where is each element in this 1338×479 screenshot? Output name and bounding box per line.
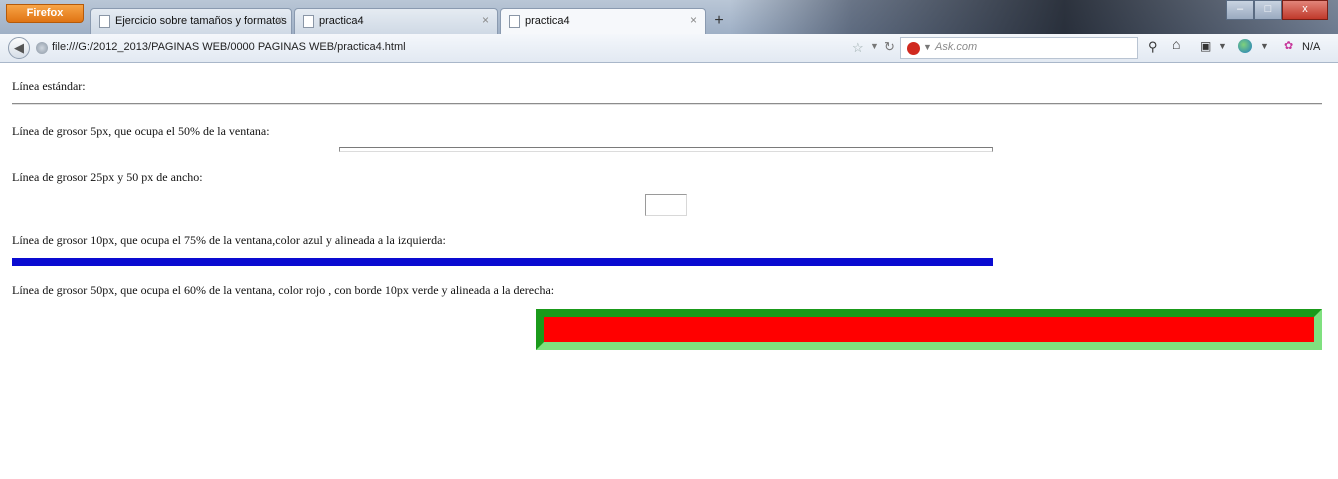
tab-practica4-active[interactable]: practica4 × bbox=[500, 8, 706, 34]
globe-icon[interactable] bbox=[1238, 39, 1252, 53]
reload-icon[interactable]: ↻ bbox=[884, 39, 895, 55]
tab-ejercicio[interactable]: Ejercicio sobre tamaños y formatos × bbox=[90, 8, 292, 34]
title-bar: Firefox Ejercicio sobre tamaños y format… bbox=[0, 0, 1338, 34]
ask-engine-icon[interactable] bbox=[907, 42, 920, 55]
label-blue-line: Línea de grosor 10px, que ocupa el 75% d… bbox=[12, 233, 446, 247]
close-icon[interactable]: × bbox=[276, 13, 283, 27]
tab-label: Ejercicio sobre tamaños y formatos bbox=[115, 15, 287, 27]
chevron-down-icon[interactable]: ▼ bbox=[1260, 41, 1269, 51]
line-25px-50px-wide bbox=[645, 194, 687, 216]
search-icon[interactable]: ⚲ bbox=[1148, 39, 1158, 55]
chevron-down-icon[interactable]: ▼ bbox=[923, 42, 932, 52]
chevron-down-icon[interactable]: ▼ bbox=[1218, 41, 1227, 51]
line-red-60pct-right bbox=[536, 309, 1322, 350]
home-icon[interactable]: ⌂ bbox=[1172, 38, 1180, 54]
bookmark-star-icon[interactable]: ☆ bbox=[852, 40, 864, 56]
window-controls: – □ x bbox=[1226, 0, 1328, 20]
search-input[interactable]: ▼ Ask.com bbox=[900, 37, 1138, 59]
history-dropdown-icon[interactable]: ▼ bbox=[870, 41, 879, 51]
maximize-button[interactable]: □ bbox=[1254, 0, 1282, 20]
tab-label: practica4 bbox=[319, 15, 364, 27]
page-icon bbox=[509, 15, 520, 28]
label-standard-line: Línea estándar: bbox=[12, 79, 86, 93]
window-close-button[interactable]: x bbox=[1282, 0, 1328, 20]
status-text: N/A bbox=[1302, 41, 1321, 53]
tab-practica4[interactable]: practica4 × bbox=[294, 8, 498, 34]
line-blue-75pct-left bbox=[12, 258, 993, 266]
close-icon[interactable]: × bbox=[482, 13, 489, 27]
line-5px-50pct bbox=[339, 147, 993, 152]
page-icon bbox=[303, 15, 314, 28]
search-placeholder: Ask.com bbox=[935, 41, 978, 53]
new-tab-button[interactable]: + bbox=[708, 10, 730, 32]
close-icon[interactable]: × bbox=[690, 13, 697, 27]
label-5px-line: Línea de grosor 5px, que ocupa el 50% de… bbox=[12, 124, 270, 138]
page-content: Línea estándar: Línea de grosor 5px, que… bbox=[0, 63, 1338, 479]
extension-icon[interactable]: ✿ bbox=[1284, 39, 1293, 52]
back-arrow-icon[interactable]: ◀ bbox=[8, 37, 30, 59]
label-red-line: Línea de grosor 50px, que ocupa el 60% d… bbox=[12, 283, 555, 297]
bookmarks-icon[interactable]: ▣ bbox=[1200, 39, 1211, 54]
tab-label: practica4 bbox=[525, 15, 570, 27]
page-icon bbox=[99, 15, 110, 28]
standard-line bbox=[12, 103, 1322, 105]
label-25px-line: Línea de grosor 25px y 50 px de ancho: bbox=[12, 170, 203, 184]
address-bar[interactable]: file:///G:/2012_2013/PAGINAS WEB/0000 PA… bbox=[52, 41, 406, 53]
minimize-button[interactable]: – bbox=[1226, 0, 1254, 20]
navigation-bar: ◀ file:///G:/2012_2013/PAGINAS WEB/0000 … bbox=[0, 34, 1338, 63]
site-identity-icon[interactable] bbox=[36, 42, 48, 54]
firefox-menu-button[interactable]: Firefox bbox=[6, 4, 84, 23]
